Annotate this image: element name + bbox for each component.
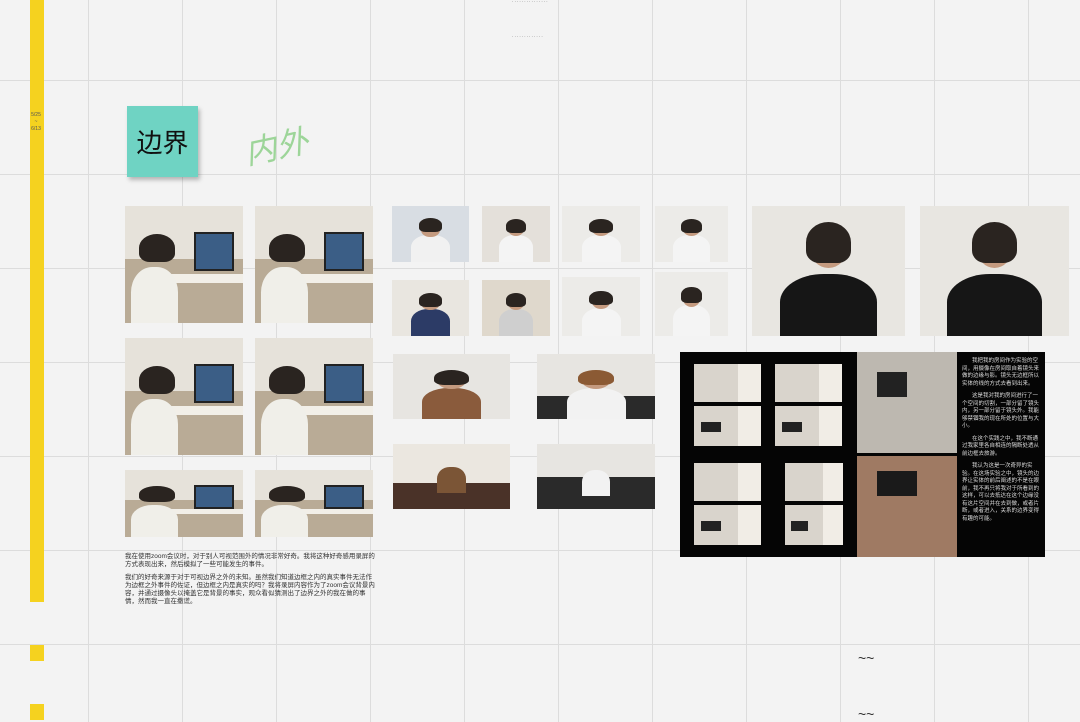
webcam-photo[interactable] xyxy=(752,206,905,336)
montage-cell[interactable] xyxy=(775,406,842,446)
date-range: 5/25 ~ 6/13 xyxy=(30,112,42,133)
desk-photo[interactable] xyxy=(125,206,243,323)
webcam-photo[interactable] xyxy=(920,206,1069,336)
eating-photo[interactable] xyxy=(482,280,550,336)
top-mark: · · · · · · · · · · · · · xyxy=(512,34,543,39)
montage-cell[interactable] xyxy=(694,364,761,402)
panel-para: 我把我的房间作为实验的空间，用摄像在房间取自着镜头来做的边缘与影。镜头无边框所以… xyxy=(962,358,1040,387)
montage-cell[interactable] xyxy=(694,505,761,545)
desk-photo[interactable] xyxy=(255,338,373,455)
desk-photo[interactable] xyxy=(125,470,243,537)
sticky-note[interactable]: 边界 xyxy=(127,106,198,177)
desk-photo[interactable] xyxy=(255,206,373,323)
date-sep: ~ xyxy=(34,119,38,125)
panel-para: 这是我对我的房间进行了一个空间的切割，一部分留了镜头内，另一部分留于镜头外。我能… xyxy=(962,393,1040,429)
eating-photo[interactable] xyxy=(655,272,728,336)
sticky-note-text: 边界 xyxy=(136,128,189,158)
eating-photo[interactable] xyxy=(562,277,640,336)
montage-cell[interactable] xyxy=(785,463,843,501)
montage-room-photo[interactable] xyxy=(857,352,957,453)
eating-photo[interactable] xyxy=(562,206,640,262)
scribble-mark: ~~ xyxy=(858,650,875,666)
desk-photo[interactable] xyxy=(125,338,243,455)
montage-room-photo[interactable] xyxy=(857,456,957,557)
date-start: 5/25 xyxy=(31,112,41,118)
eating-photo[interactable] xyxy=(392,280,469,336)
eating-photo[interactable] xyxy=(655,206,728,262)
top-mark: · · · · · · · · · · · · · · · xyxy=(512,0,548,4)
panel-para: 我认为这是一次奇异的实验。在这场实验之中，镜头的边界让实体的前后阐述的不是在眼前… xyxy=(962,463,1040,522)
eating-photo[interactable] xyxy=(392,206,469,262)
montage-cell[interactable] xyxy=(694,406,761,446)
bedroom-photo[interactable] xyxy=(393,444,510,509)
timeline-bar xyxy=(30,0,44,602)
desk-photo[interactable] xyxy=(255,470,373,537)
montage-cell[interactable] xyxy=(775,364,842,402)
timeline-marker xyxy=(30,704,44,720)
bedroom-photo[interactable] xyxy=(393,354,510,419)
date-end: 6/13 xyxy=(31,126,41,132)
handwriting-note: 内外 xyxy=(241,121,312,173)
bedroom-photo[interactable] xyxy=(537,354,655,419)
description-para-1: 我在使用zoom会议时，对于别人可视范围外的情况非常好奇。我将这种好奇感用录屏的… xyxy=(125,553,375,568)
eating-photo[interactable] xyxy=(482,206,550,262)
montage-cell[interactable] xyxy=(785,505,843,545)
dark-panel-text: 我把我的房间作为实验的空间，用摄像在房间取自着镜头来做的边缘与影。镜头无边框所以… xyxy=(962,358,1040,528)
description-para-2: 我们的好奇来源于对于可视边界之外的未知。虽然我们知道边框之内的真实事件无法作为边… xyxy=(125,574,375,605)
panel-para: 在这个实践之中，我不断通过我家里各自相连的隔断处透从前边框去旅游。 xyxy=(962,435,1040,457)
timeline-marker xyxy=(30,645,44,661)
bedroom-photo[interactable] xyxy=(537,444,655,509)
montage-cell[interactable] xyxy=(694,463,761,501)
